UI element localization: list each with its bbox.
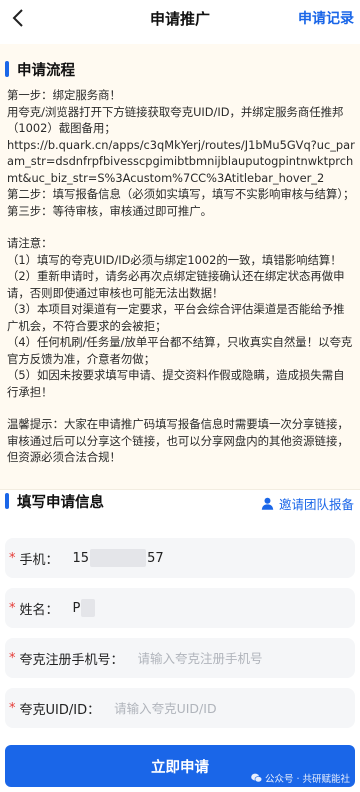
form-section-title: 填写申请信息 — [17, 494, 104, 511]
back-button[interactable] — [4, 4, 32, 32]
name-field[interactable]: * 姓名： P — [5, 588, 355, 628]
flow-step-1-detail: 用夸克/浏览器打开下方链接获取夸克UID/ID，并绑定服务商任推邦（1002）截… — [7, 104, 344, 136]
application-flow-card: 申请流程 第一步：绑定服务商！ 用夸克/浏览器打开下方链接获取夸克UID/ID，… — [0, 44, 360, 489]
notice-item-1: （1）填写的夸克UID/ID必须与绑定1002的一致，填错影响结算！ — [7, 252, 342, 267]
watermark-text: 公众号 · 共研赋能社 — [264, 774, 350, 785]
invite-team-label: 邀请团队报备 — [278, 497, 354, 512]
chevron-left-icon — [12, 9, 23, 27]
user-icon — [261, 497, 274, 510]
watermark: 公众号 · 共研赋能社 — [251, 771, 350, 785]
quark-phone-field[interactable]: * 夸克注册手机号： — [5, 638, 355, 678]
required-mark: * — [9, 700, 16, 716]
phone-value-prefix: 15 — [72, 550, 90, 566]
phone-value-suffix: 57 — [147, 550, 164, 566]
phone-field[interactable]: * 手机： 15 57 — [5, 538, 355, 578]
quark-phone-label: 夸克注册手机号： — [19, 652, 124, 668]
navbar: 申请推广 申请记录 — [0, 0, 360, 36]
binding-link-text: https://b.quark.cn/apps/c3qMkYerj/routes… — [7, 137, 355, 185]
warm-tip: 温馨提示：大家在申请推广码填写报备信息时需要填一次分享链接，审核通过后可以分享这… — [7, 417, 349, 464]
redacted-block — [81, 599, 96, 617]
required-mark: * — [9, 650, 16, 666]
name-value-prefix: P — [72, 600, 81, 616]
flow-instructions: 第一步：绑定服务商！ 用夸克/浏览器打开下方链接获取夸克UID/ID，并绑定服务… — [7, 87, 355, 466]
form-section-header: 填写申请信息 — [5, 490, 104, 512]
notice-item-5: （5）如因未按要求填写申请、提交资料作假或隐瞒，造成损失需自行承担！ — [7, 368, 345, 399]
quark-uid-field[interactable]: * 夸克UID/ID： — [5, 688, 355, 728]
notice-item-4: （4）任何机刷/任务量/放单平台都不结算，只收真实自然量！以夸克官方反馈为准，介… — [7, 335, 353, 366]
application-record-link[interactable]: 申请记录 — [298, 8, 354, 28]
phone-label: 手机： — [19, 552, 59, 568]
flow-step-1: 第一步：绑定服务商！ — [7, 88, 121, 102]
name-value: P — [73, 599, 96, 617]
phone-value: 15 57 — [73, 549, 164, 567]
notice-item-2: （2）重新申请时，请务必再次点绑定链接确认还在绑定状态再做申请，否则即使通过审核… — [7, 269, 345, 300]
flow-step-2: 第二步：填写报备信息（必须如实填写，填写不实影响审核与结算）； — [7, 187, 355, 201]
required-mark: * — [9, 600, 16, 616]
flow-section-title: 申请流程 — [17, 62, 75, 79]
notice-item-3: （3）本项目对渠道有一定要求，平台会综合评估渠道是否能给予推广机会，不符合要求的… — [7, 302, 345, 333]
flow-section-header: 申请流程 — [5, 58, 75, 80]
flow-step-3: 第三步：等待审核，审核通过即可推广。 — [7, 203, 213, 218]
section-accent-bar — [5, 493, 9, 509]
quark-phone-input[interactable] — [137, 650, 318, 666]
section-accent-bar — [5, 61, 9, 77]
redacted-block — [90, 549, 147, 567]
required-mark: * — [9, 550, 16, 566]
invite-team-button[interactable]: 邀请团队报备 — [261, 494, 354, 513]
wechat-icon — [251, 773, 262, 783]
name-label: 姓名： — [19, 602, 59, 618]
notice-heading: 请注意： — [7, 236, 53, 250]
quark-uid-label: 夸克UID/ID： — [19, 702, 101, 718]
quark-uid-input[interactable] — [114, 700, 295, 716]
